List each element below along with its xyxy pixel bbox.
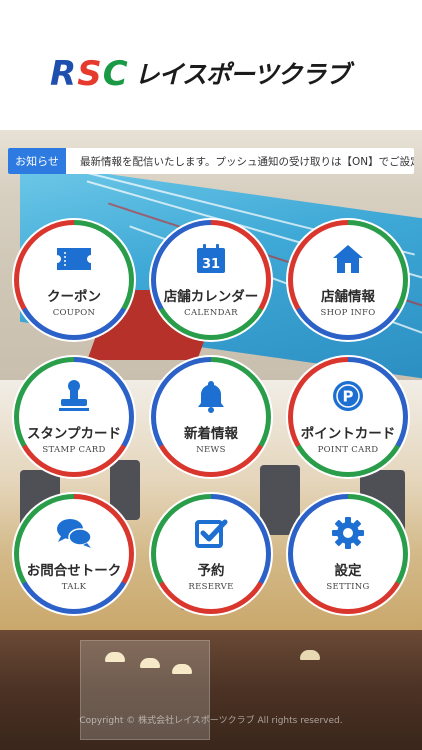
- stamp-card-label: スタンプカード: [26, 425, 122, 442]
- shop-info-label: 店舗情報: [321, 288, 375, 305]
- reserve-button[interactable]: 予約 RESERVE: [149, 492, 273, 616]
- app-header: RSC レイスポーツクラブ: [0, 0, 422, 130]
- reserve-label: 予約: [197, 562, 225, 579]
- point-card-label: ポイントカード: [300, 425, 396, 442]
- chat-icon: [54, 513, 94, 553]
- news-label: 新着情報: [184, 425, 238, 442]
- stamp-card-button[interactable]: スタンプカード STAMP CARD: [12, 355, 136, 479]
- news-sublabel: NEWS: [196, 444, 226, 455]
- logo-rsc-mark: RSC: [50, 54, 129, 94]
- shop-info-button[interactable]: 店舗情報 SHOP INFO: [286, 218, 410, 342]
- shop-info-sublabel: SHOP INFO: [320, 307, 376, 318]
- notice-badge: お知らせ: [8, 148, 66, 174]
- bell-icon: [191, 376, 231, 416]
- setting-label: 設定: [334, 562, 362, 579]
- ticket-icon: [54, 239, 94, 279]
- setting-sublabel: SETTING: [326, 581, 370, 592]
- svg-text:31: 31: [202, 257, 220, 272]
- calendar-icon: 31: [191, 239, 231, 279]
- stamp-card-sublabel: STAMP CARD: [42, 444, 106, 455]
- lounge-photo: [0, 630, 422, 750]
- notice-text: 最新情報を配信いたします。プッシュ通知の受け取りは【ON】でご設定ください。: [80, 155, 414, 168]
- coupon-button[interactable]: クーポン COUPON: [12, 218, 136, 342]
- calendar-button[interactable]: 31 店舗カレンダー CALENDAR: [149, 218, 273, 342]
- point-card-sublabel: POINT CARD: [317, 444, 379, 455]
- setting-button[interactable]: 設定 SETTING: [286, 492, 410, 616]
- talk-label: お問合せトーク: [26, 562, 122, 579]
- talk-sublabel: TALK: [61, 581, 87, 592]
- news-button[interactable]: 新着情報 NEWS: [149, 355, 273, 479]
- notice-bar[interactable]: お知らせ 最新情報を配信いたします。プッシュ通知の受け取りは【ON】でご設定くだ…: [8, 148, 414, 174]
- stamp-icon: [54, 376, 94, 416]
- checkbox-icon: [191, 513, 231, 553]
- rsc-logo: RSC レイスポーツクラブ: [50, 52, 351, 96]
- copyright-text: Copyright © 株式会社レイスポーツクラブ All rights res…: [79, 716, 343, 726]
- point-card-button[interactable]: P ポイントカード POINT CARD: [286, 355, 410, 479]
- calendar-sublabel: CALENDAR: [184, 307, 238, 318]
- point-coin-icon: P: [328, 376, 368, 416]
- home-icon: [328, 239, 368, 279]
- coupon-sublabel: COUPON: [52, 307, 96, 318]
- gear-icon: [328, 513, 368, 553]
- reserve-sublabel: RESERVE: [188, 581, 234, 592]
- svg-text:P: P: [343, 387, 354, 405]
- calendar-label: 店舗カレンダー: [163, 288, 259, 305]
- logo-name: レイスポーツクラブ: [134, 59, 351, 89]
- coupon-label: クーポン: [47, 288, 101, 305]
- talk-button[interactable]: お問合せトーク TALK: [12, 492, 136, 616]
